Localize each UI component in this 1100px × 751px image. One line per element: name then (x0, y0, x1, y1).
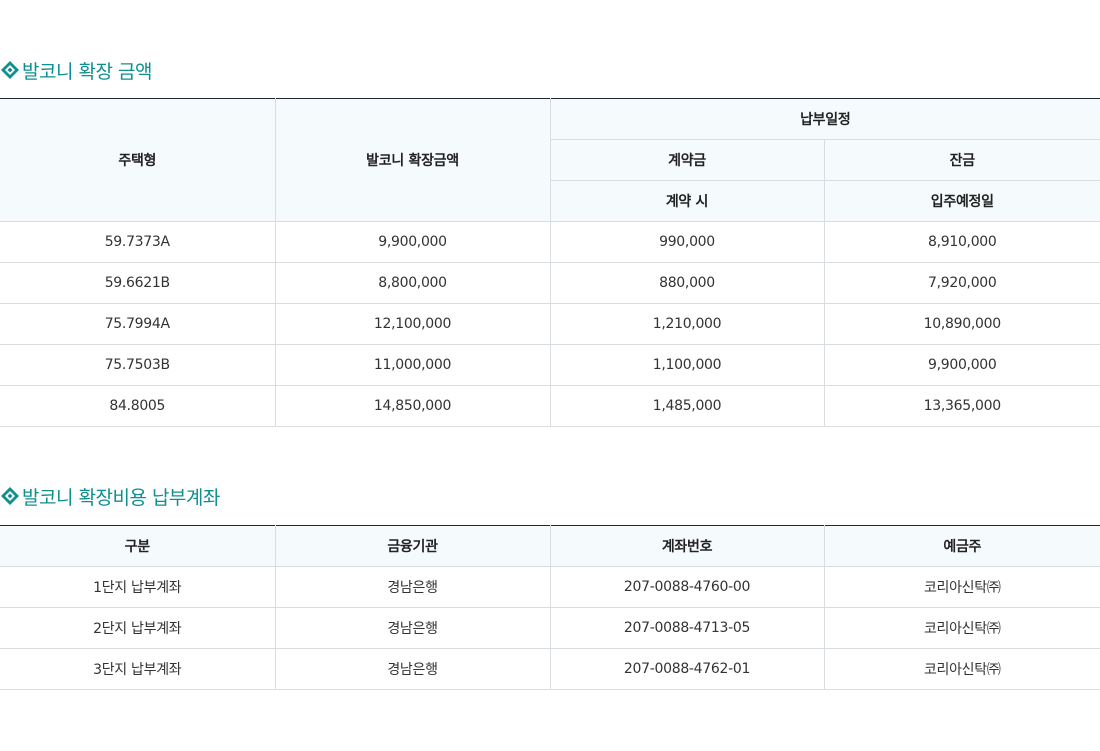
cell-deposit: 1,485,000 (550, 385, 825, 427)
cell-type: 84.8005 (0, 385, 276, 427)
cell-deposit: 1,100,000 (550, 344, 825, 386)
cell-category: 3단지 납부계좌 (0, 648, 276, 690)
cell-bank: 경남은행 (275, 607, 551, 649)
section-title-text: 발코니 확장비용 납부계좌 (22, 486, 220, 509)
cell-type: 59.7373A (0, 221, 276, 263)
table-row: 59.7373A 9,900,000 990,000 8,910,000 (0, 221, 1100, 263)
cell-category: 2단지 납부계좌 (0, 607, 276, 649)
cell-bank: 경남은행 (275, 566, 551, 608)
cell-amount: 12,100,000 (275, 303, 551, 345)
header-category: 구분 (0, 525, 276, 567)
cell-balance: 7,920,000 (824, 262, 1100, 304)
cell-type: 75.7994A (0, 303, 276, 345)
cell-type: 59.6621B (0, 262, 276, 304)
section-title-balcony-amount: 발코니 확장 금액 (0, 56, 152, 84)
header-payment-schedule: 납부일정 (550, 98, 1100, 140)
cell-account-holder: 코리아신탁㈜ (824, 607, 1100, 649)
table-row: 59.6621B 8,800,000 880,000 7,920,000 (0, 262, 1100, 304)
section-title-payment-account: 발코니 확장비용 납부계좌 (0, 482, 220, 510)
header-deposit: 계약금 (550, 139, 825, 181)
header-housing-type: 주택형 (0, 98, 276, 222)
header-account-number: 계좌번호 (550, 525, 825, 567)
cell-type: 75.7503B (0, 344, 276, 386)
header-expansion-amount: 발코니 확장금액 (275, 98, 551, 222)
cell-category: 1단지 납부계좌 (0, 566, 276, 608)
header-balance: 잔금 (824, 139, 1100, 181)
header-deposit-when: 계약 시 (550, 180, 825, 222)
table-row: 3단지 납부계좌 경남은행 207-0088-4762-01 코리아신탁㈜ (0, 648, 1100, 690)
cell-deposit: 1,210,000 (550, 303, 825, 345)
cell-deposit: 990,000 (550, 221, 825, 263)
payment-account-table: 구분 금융기관 계좌번호 예금주 1단지 납부계좌 경남은행 207-0088-… (0, 525, 1100, 690)
header-bank: 금융기관 (275, 525, 551, 567)
cell-bank: 경남은행 (275, 648, 551, 690)
cell-account-number: 207-0088-4760-00 (550, 566, 825, 608)
cell-amount: 9,900,000 (275, 221, 551, 263)
cell-balance: 9,900,000 (824, 344, 1100, 386)
diamond-bullet-icon (0, 60, 20, 80)
cell-amount: 8,800,000 (275, 262, 551, 304)
cell-amount: 11,000,000 (275, 344, 551, 386)
table-row: 84.8005 14,850,000 1,485,000 13,365,000 (0, 385, 1100, 427)
balcony-amount-table: 주택형 발코니 확장금액 납부일정 계약금 잔금 계약 시 입주예정일 59.7… (0, 98, 1100, 427)
cell-amount: 14,850,000 (275, 385, 551, 427)
section-title-text: 발코니 확장 금액 (22, 60, 152, 83)
cell-balance: 10,890,000 (824, 303, 1100, 345)
table-row: 2단지 납부계좌 경남은행 207-0088-4713-05 코리아신탁㈜ (0, 607, 1100, 649)
header-account-holder: 예금주 (824, 525, 1100, 567)
cell-account-holder: 코리아신탁㈜ (824, 566, 1100, 608)
table-row: 75.7503B 11,000,000 1,100,000 9,900,000 (0, 344, 1100, 386)
cell-deposit: 880,000 (550, 262, 825, 304)
cell-account-number: 207-0088-4713-05 (550, 607, 825, 649)
header-balance-when: 입주예정일 (824, 180, 1100, 222)
cell-account-holder: 코리아신탁㈜ (824, 648, 1100, 690)
diamond-bullet-icon (0, 486, 20, 506)
cell-balance: 8,910,000 (824, 221, 1100, 263)
table-row: 75.7994A 12,100,000 1,210,000 10,890,000 (0, 303, 1100, 345)
cell-balance: 13,365,000 (824, 385, 1100, 427)
table-row: 1단지 납부계좌 경남은행 207-0088-4760-00 코리아신탁㈜ (0, 566, 1100, 608)
cell-account-number: 207-0088-4762-01 (550, 648, 825, 690)
